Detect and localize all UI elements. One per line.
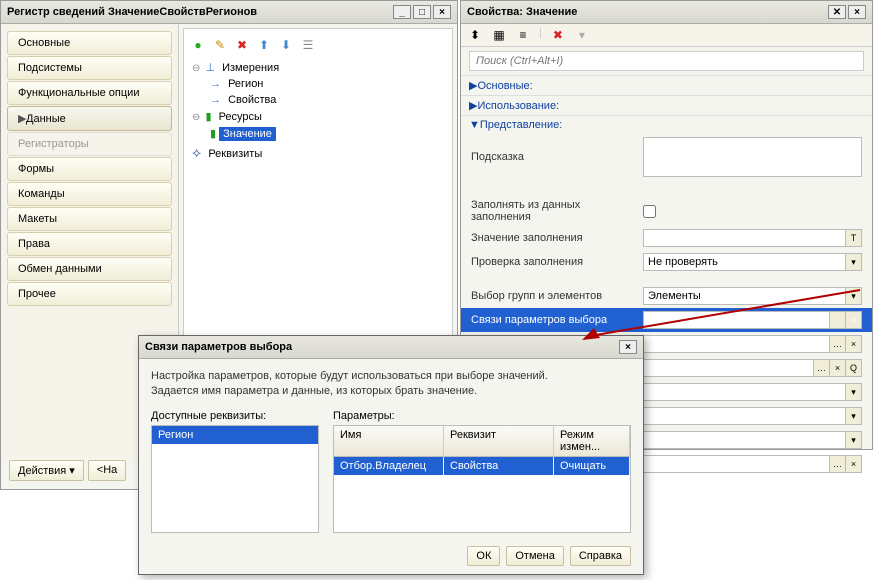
linkparam-row[interactable]: Связи параметров выбора …× [461, 308, 872, 332]
linkparam-input[interactable] [643, 311, 830, 329]
extra3[interactable] [643, 431, 846, 449]
close-icon[interactable]: × [848, 5, 866, 19]
dialog-desc: Настройка параметров, которые будут испо… [151, 369, 631, 400]
fill-label: Заполнять из данных заполнения [471, 199, 643, 223]
tree-value[interactable]: ▮ Значение [190, 125, 446, 142]
chevron-down-icon[interactable]: ▾ [574, 27, 590, 43]
tree-props[interactable]: → Свойства [190, 92, 446, 108]
nav-funcopts[interactable]: Функциональные опции [7, 81, 172, 105]
list-icon[interactable]: ≡ [515, 27, 531, 43]
params-x[interactable]: × [846, 335, 862, 353]
actions-button[interactable]: Действия ▾ [9, 460, 84, 481]
down-icon[interactable]: ⬇ [278, 37, 294, 53]
tree-toolbar: ● ✎ ✖ ⬆ ⬇ ☰ [190, 35, 446, 59]
link-params-dialog: Связи параметров выбора × Настройка пара… [138, 335, 644, 575]
check-label: Проверка заполнения [471, 256, 643, 268]
back-button[interactable]: <На [88, 460, 127, 481]
nav-forms[interactable]: Формы [7, 157, 172, 181]
grid-icon[interactable]: ▦ [491, 27, 507, 43]
right-toolbar: ⬍ ▦ ≡ | ✖ ▾ [461, 24, 872, 47]
params-btn[interactable]: … [830, 335, 846, 353]
avail-list[interactable]: Регион [151, 425, 319, 533]
groups-dd-button[interactable]: ▾ [846, 287, 862, 305]
cancel-button[interactable]: Отмена [506, 546, 563, 566]
avail-label: Доступные реквизиты: [151, 410, 319, 422]
nav-data[interactable]: ▶Данные [7, 106, 172, 131]
fillval-label: Значение заполнения [471, 232, 643, 244]
nav-other[interactable]: Прочее [7, 282, 172, 306]
x-icon[interactable]: ✖ [550, 27, 566, 43]
section-presentation[interactable]: ▼Представление: [461, 115, 872, 134]
params-grid[interactable]: Имя Реквизит Режим измен... Отбор.Владел… [333, 425, 631, 533]
dialog-titlebar: Связи параметров выбора × [139, 336, 643, 359]
sort-icon[interactable]: ⬍ [467, 27, 483, 43]
section-main[interactable]: ▶Основные: [461, 75, 872, 95]
list-item[interactable]: Регион [152, 426, 318, 444]
extra2[interactable] [643, 407, 846, 425]
fillval-t-button[interactable]: T [846, 229, 862, 247]
check-dd-button[interactable]: ▾ [846, 253, 862, 271]
nav-subsystems[interactable]: Подсистемы [7, 56, 172, 80]
check-input[interactable] [643, 253, 846, 271]
add-icon[interactable]: ● [190, 37, 206, 53]
nav-exchange[interactable]: Обмен данными [7, 257, 172, 281]
nav-registrators: Регистраторы [7, 132, 172, 156]
tree-res[interactable]: ⊖ ▮ Ресурсы [190, 108, 446, 125]
form-btn[interactable]: … [814, 359, 830, 377]
linkparam-btn[interactable]: … [830, 311, 846, 329]
dialog-title: Связи параметров выбора [145, 341, 292, 353]
nav-commands[interactable]: Команды [7, 182, 172, 206]
right-titlebar: Свойства: Значение ✕ × [461, 1, 872, 24]
linkparam-x[interactable]: × [846, 311, 862, 329]
minimize-button[interactable]: _ [393, 5, 411, 19]
table-row[interactable]: Отбор.Владелец Свойства Очищать [334, 457, 630, 475]
up-icon[interactable]: ⬆ [256, 37, 272, 53]
col-mode[interactable]: Режим измен... [554, 426, 630, 456]
form-q[interactable]: Q [846, 359, 862, 377]
nav-rights[interactable]: Права [7, 232, 172, 256]
section-usage[interactable]: ▶Использование: [461, 95, 872, 115]
delete-icon[interactable]: ✖ [234, 37, 250, 53]
props-icon[interactable]: ☰ [300, 37, 316, 53]
edit-icon[interactable]: ✎ [212, 37, 228, 53]
groups-input[interactable] [643, 287, 846, 305]
fill-checkbox[interactable] [643, 205, 656, 218]
hint-label: Подсказка [471, 151, 643, 163]
right-title: Свойства: Значение [467, 6, 577, 18]
nav-main[interactable]: Основные [7, 31, 172, 55]
params-input[interactable] [643, 335, 830, 353]
hint-input[interactable] [643, 137, 862, 177]
col-name[interactable]: Имя [334, 426, 444, 456]
form-input[interactable] [643, 359, 814, 377]
params-label: Параметры: [333, 410, 631, 422]
pin-icon[interactable]: ✕ [828, 5, 846, 19]
groups-label: Выбор групп и элементов [471, 290, 643, 302]
col-requisite[interactable]: Реквизит [444, 426, 554, 456]
tree-dims[interactable]: ⊖ ⊥ Измерения [190, 59, 446, 76]
close-button[interactable]: × [433, 5, 451, 19]
search-input[interactable] [469, 51, 864, 71]
tree-region[interactable]: → Регион [190, 76, 446, 92]
extra4[interactable] [643, 455, 830, 473]
left-titlebar: Регистр сведений ЗначениеСвойствРегионов… [1, 1, 457, 24]
nav-templates[interactable]: Макеты [7, 207, 172, 231]
maximize-button[interactable]: □ [413, 5, 431, 19]
dialog-close-button[interactable]: × [619, 340, 637, 354]
left-title: Регистр сведений ЗначениеСвойствРегионов [7, 6, 257, 18]
form-x[interactable]: × [830, 359, 846, 377]
fillval-input[interactable] [643, 229, 846, 247]
ok-button[interactable]: ОК [467, 546, 500, 566]
tree-req[interactable]: ⟡ Реквизиты [190, 142, 446, 163]
linkparam-label: Связи параметров выбора [471, 314, 643, 326]
help-button[interactable]: Справка [570, 546, 631, 566]
extra1[interactable] [643, 383, 846, 401]
grid-header: Имя Реквизит Режим измен... [334, 426, 630, 457]
